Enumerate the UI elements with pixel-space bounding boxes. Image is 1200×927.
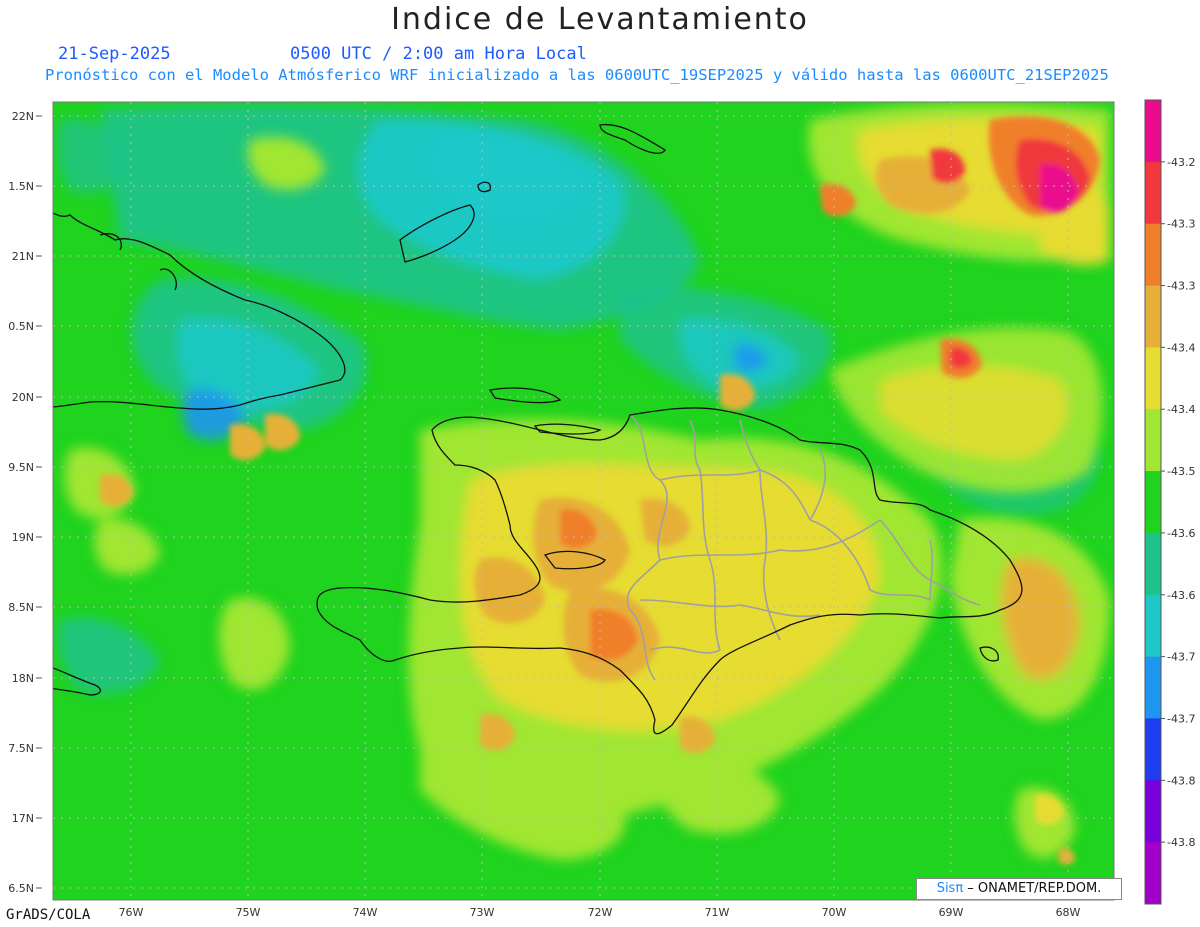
lat-label: 21N bbox=[12, 250, 34, 263]
colorbar-swatch bbox=[1145, 718, 1161, 781]
colorbar-swatch bbox=[1145, 471, 1161, 534]
lat-label: 19N bbox=[12, 531, 34, 544]
colorbar-label: -43.8 bbox=[1167, 836, 1195, 849]
lifted-index-map: 22N 1.5N 21N 0.5N 20N 9.5N 19N 8.5N 18N … bbox=[8, 99, 1195, 919]
colorbar-label: -43.3 bbox=[1167, 218, 1195, 231]
latitude-labels: 22N 1.5N 21N 0.5N 20N 9.5N 19N 8.5N 18N … bbox=[8, 110, 34, 895]
grads-credit: GrADS/COLA bbox=[6, 907, 91, 923]
field-shading bbox=[53, 102, 1114, 900]
colorbar-swatch bbox=[1145, 780, 1161, 843]
colorbar-swatch bbox=[1145, 285, 1161, 348]
lat-label: 7.5N bbox=[8, 742, 34, 755]
lon-label: 68W bbox=[1056, 906, 1081, 919]
colorbar-swatch bbox=[1145, 223, 1161, 287]
lon-label: 69W bbox=[939, 906, 964, 919]
colorbar-label: -43.6 bbox=[1167, 589, 1195, 602]
lat-label: 9.5N bbox=[8, 461, 34, 474]
lat-label: 18N bbox=[12, 672, 34, 685]
colorbar-label: -43.3 bbox=[1167, 280, 1195, 293]
colorbar-swatch bbox=[1145, 656, 1161, 719]
colorbar-label: -43.4 bbox=[1167, 341, 1195, 354]
lat-label: 17N bbox=[12, 812, 34, 825]
colorbar-label: -43.5 bbox=[1167, 465, 1195, 478]
colorbar-swatch bbox=[1145, 347, 1161, 410]
lat-label: 22N bbox=[12, 110, 34, 123]
colorbar-swatch bbox=[1145, 594, 1161, 658]
lat-label: 0.5N bbox=[8, 320, 34, 333]
lat-label: 1.5N bbox=[8, 180, 34, 193]
colorbar: -43.2 -43.3 -43.3 -43.4 -43.4 -43.5 -43.6 -43.6… bbox=[1144, 99, 1195, 905]
lat-label: 6.5N bbox=[8, 882, 34, 895]
lat-label: 20N bbox=[12, 391, 34, 404]
lon-label: 72W bbox=[588, 906, 613, 919]
latitude-ticks bbox=[36, 115, 42, 889]
colorbar-swatch bbox=[1145, 100, 1161, 163]
colorbar-swatch bbox=[1145, 161, 1161, 225]
credit-org: – ONAMET/REP.DOM. bbox=[963, 881, 1102, 896]
lon-label: 70W bbox=[822, 906, 847, 919]
colorbar-label: -43.7 bbox=[1167, 651, 1195, 664]
lon-label: 75W bbox=[236, 906, 261, 919]
colorbar-label: -43.6 bbox=[1167, 527, 1195, 540]
credit-box: Sisπ – ONAMET/REP.DOM. bbox=[916, 878, 1122, 900]
lon-label: 76W bbox=[119, 906, 144, 919]
lon-label: 73W bbox=[470, 906, 495, 919]
colorbar-swatch bbox=[1145, 409, 1161, 472]
colorbar-label: -43.4 bbox=[1167, 403, 1195, 416]
colorbar-swatch bbox=[1145, 842, 1161, 905]
colorbar-swatch bbox=[1145, 532, 1161, 596]
sispi-brand: Sisπ bbox=[936, 881, 964, 896]
longitude-labels: 76W 75W 74W 73W 72W 71W 70W 69W 68W bbox=[119, 906, 1081, 919]
colorbar-label: -43.2 bbox=[1167, 156, 1195, 169]
lon-label: 71W bbox=[705, 906, 730, 919]
lat-label: 8.5N bbox=[8, 601, 34, 614]
colorbar-label: -43.7 bbox=[1167, 712, 1195, 725]
colorbar-label: -43.8 bbox=[1167, 774, 1195, 787]
lon-label: 74W bbox=[353, 906, 378, 919]
